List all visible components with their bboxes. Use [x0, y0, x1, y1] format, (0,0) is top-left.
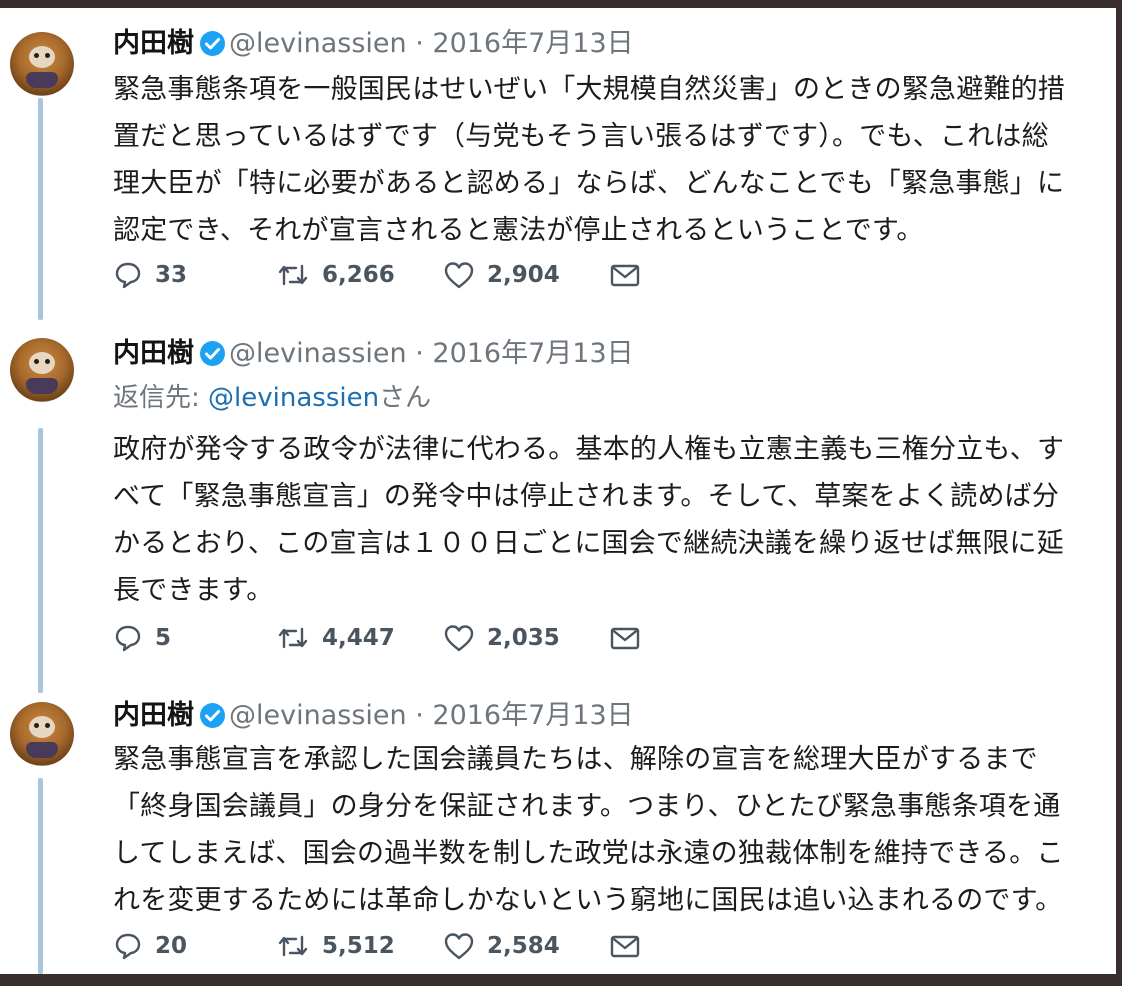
avatar-face	[29, 46, 55, 68]
separator-dot: ·	[415, 700, 424, 731]
tweet-text-line: 緊急事態条項を一般国民はせいぜい「大規模自然災害」のときの緊急避難的措	[113, 74, 1065, 105]
avatar[interactable]	[10, 702, 74, 766]
tweet-text-line: 認定でき、それが宣言されると憲法が停止されるということです。	[113, 215, 924, 246]
reply-to-suffix: さん	[379, 383, 432, 413]
like-button[interactable]: 2,904	[443, 255, 560, 295]
reply-count: 20	[155, 933, 188, 959]
avatar-face	[29, 352, 55, 374]
tweet-text-line: 緊急事態宣言を承認した国会議員たちは、解除の宣言を総理大臣がするまで	[113, 744, 1038, 775]
like-button[interactable]: 2,584	[443, 926, 560, 966]
retweet-count: 5,512	[322, 933, 395, 959]
user-handle[interactable]: @levinassien	[229, 700, 407, 731]
reply-count: 5	[155, 625, 172, 651]
tweet-timestamp[interactable]: 2016年7月13日	[432, 700, 633, 731]
like-count: 2,584	[487, 933, 560, 959]
like-button[interactable]: 2,035	[443, 618, 560, 658]
tweet-timestamp[interactable]: 2016年7月13日	[432, 28, 633, 59]
display-name[interactable]: 内田樹	[113, 28, 194, 59]
tweet-text-line: れを変更するためには革命しかないという窮地に国民は追い込まれるのです。	[113, 885, 1063, 916]
display-name[interactable]: 内田樹	[113, 338, 194, 369]
retweet-icon	[278, 264, 308, 286]
like-count: 2,904	[487, 262, 560, 288]
heart-icon	[444, 933, 474, 960]
reply-count: 33	[155, 262, 188, 288]
avatar-shirt	[26, 72, 58, 88]
heart-icon	[444, 625, 474, 652]
user-handle[interactable]: @levinassien	[229, 338, 407, 369]
tweet[interactable]: 内田樹 @levinassien · 2016年7月13日 緊急事態宣言を承認した…	[0, 682, 1116, 974]
tweet-header: 内田樹 @levinassien · 2016年7月13日	[113, 696, 634, 736]
envelope-icon	[610, 264, 640, 287]
retweet-button[interactable]: 5,512	[276, 926, 395, 966]
reply-icon	[115, 625, 141, 652]
retweet-button[interactable]: 6,266	[276, 255, 395, 295]
reply-to-prefix: 返信先:	[113, 383, 209, 413]
retweet-icon	[278, 935, 308, 957]
reply-button[interactable]: 20	[113, 926, 187, 966]
tweet-text: 緊急事態条項を一般国民はせいぜい「大規模自然災害」のときの緊急避難的措 置だと思…	[113, 66, 1113, 254]
tweet-text-line: べて「緊急事態宣言」の発令中は停止されます。そして、草案をよく読めば分	[113, 481, 1060, 512]
verified-badge-icon	[200, 31, 225, 56]
tweet-text-line: 「終身国会議員」の身分を保証されます。つまり、ひとたび緊急事態条項を通	[113, 791, 1061, 822]
reply-icon	[115, 262, 141, 289]
tweet-text-line: かるとおり、この宣言は１００日ごとに国会で継続決議を繰り返せば無限に延	[113, 528, 1064, 559]
like-count: 2,035	[487, 625, 560, 651]
verified-badge-icon	[200, 341, 225, 366]
retweet-count: 6,266	[322, 262, 395, 288]
tweet-text-line: 政府が発令する政令が法律に代わる。基本的人権も立憲主義も三権分立も、す	[113, 434, 1065, 465]
tweet-header: 内田樹 @levinassien · 2016年7月13日	[113, 334, 634, 374]
tweet[interactable]: 内田樹 @levinassien · 2016年7月13日 返信先: @levin…	[0, 318, 1116, 673]
direct-message-button[interactable]	[609, 618, 653, 658]
tweet-header: 内田樹 @levinassien · 2016年7月13日	[113, 24, 634, 64]
avatar[interactable]	[10, 338, 74, 402]
retweet-count: 4,447	[322, 625, 395, 651]
reply-button[interactable]: 5	[113, 618, 171, 658]
tweet-text-line: 置だと思っているはずです（与党もそう言い張るはずです）。でも、これは総	[113, 121, 1049, 152]
verified-badge-icon	[200, 703, 225, 728]
avatar-face	[29, 716, 55, 738]
tweet-text-line: 理大臣が「特に必要があると認める」ならば、どんなことでも「緊急事態」に	[113, 168, 1065, 199]
envelope-icon	[610, 935, 640, 958]
tweet-text: 緊急事態宣言を承認した国会議員たちは、解除の宣言を総理大臣がするまで 「終身国会…	[113, 736, 1113, 924]
tweet-timestamp[interactable]: 2016年7月13日	[432, 338, 633, 369]
direct-message-button[interactable]	[609, 926, 653, 966]
reply-button[interactable]: 33	[113, 255, 187, 295]
tweet-text: 政府が発令する政令が法律に代わる。基本的人権も立憲主義も三権分立も、す べて「緊…	[113, 426, 1113, 614]
tweet-text-line: 長できます。	[113, 575, 274, 606]
reply-to-mention-link[interactable]: @levinassien	[208, 383, 379, 413]
avatar-shirt	[26, 378, 58, 394]
tweet-text-line: してしまえば、国会の過半数を制した政党は永遠の独裁体制を維持できる。こ	[113, 838, 1064, 869]
envelope-icon	[610, 627, 640, 650]
reply-icon	[115, 933, 141, 960]
user-handle[interactable]: @levinassien	[229, 28, 407, 59]
avatar-shirt	[26, 742, 58, 758]
tweet-thread: 内田樹 @levinassien · 2016年7月13日 緊急事態条項を一般国民…	[0, 8, 1122, 974]
retweet-button[interactable]: 4,447	[276, 618, 395, 658]
tweet[interactable]: 内田樹 @levinassien · 2016年7月13日 緊急事態条項を一般国民…	[0, 8, 1116, 318]
heart-icon	[444, 262, 474, 289]
retweet-icon	[278, 627, 308, 649]
display-name[interactable]: 内田樹	[113, 700, 194, 731]
avatar[interactable]	[10, 32, 74, 96]
separator-dot: ·	[415, 338, 424, 369]
separator-dot: ·	[415, 28, 424, 59]
reply-to-line: 返信先: @levinassienさん	[113, 380, 431, 416]
direct-message-button[interactable]	[609, 255, 653, 295]
